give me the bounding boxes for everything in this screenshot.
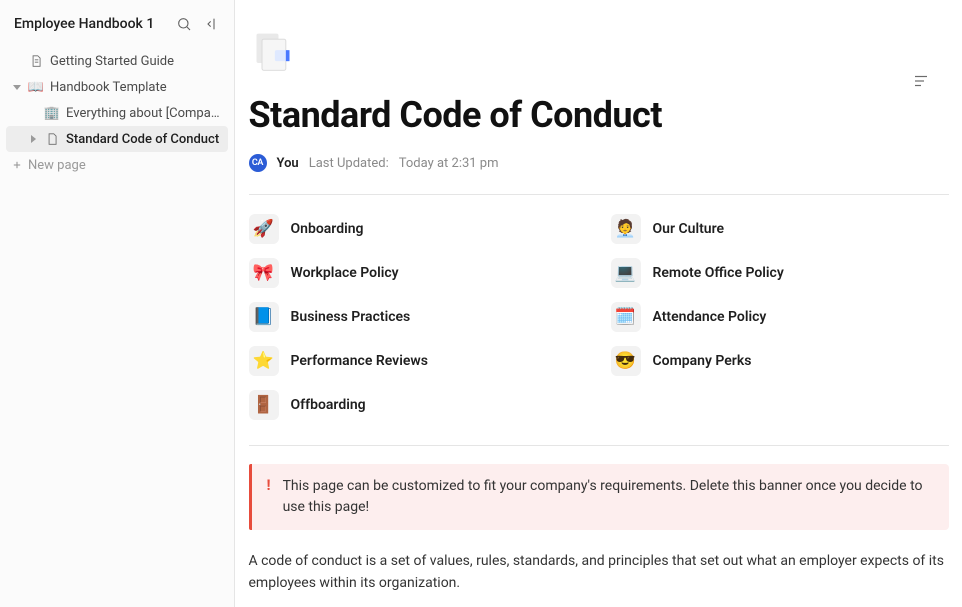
card-label: Offboarding xyxy=(291,397,366,413)
office-icon: 🏢 xyxy=(44,105,60,121)
card-offboarding[interactable]: 🚪 Offboarding xyxy=(249,389,587,421)
chevron-right-icon[interactable] xyxy=(28,134,38,144)
callout-banner[interactable]: ! This page can be customized to fit you… xyxy=(249,464,949,530)
doc-icon xyxy=(28,53,44,69)
laptop-icon: 💻 xyxy=(611,258,641,288)
card-label: Performance Reviews xyxy=(291,353,428,369)
sunglasses-icon: 😎 xyxy=(611,346,641,376)
card-label: Remote Office Policy xyxy=(653,265,784,281)
card-workplace-policy[interactable]: 🎀 Workplace Policy xyxy=(249,257,587,289)
page-title: Standard Code of Conduct xyxy=(249,94,949,136)
sidebar-header: Employee Handbook 1 xyxy=(0,8,234,42)
person-icon: 🧑‍💼 xyxy=(611,214,641,244)
door-icon: 🚪 xyxy=(249,390,279,420)
card-label: Attendance Policy xyxy=(653,309,767,325)
card-company-perks[interactable]: 😎 Company Perks xyxy=(611,345,949,377)
sidebar-item-everything-about-company[interactable]: 🏢 Everything about [Company] xyxy=(6,100,228,126)
calendar-icon: 🗓️ xyxy=(611,302,641,332)
card-label: Business Practices xyxy=(291,309,411,325)
sidebar-nav: Getting Started Guide 📖 Handbook Templat… xyxy=(0,42,234,184)
card-label: Company Perks xyxy=(653,353,752,369)
sidebar-item-label: Standard Code of Conduct xyxy=(66,132,219,147)
sidebar: Employee Handbook 1 Getting Started Guid… xyxy=(0,0,235,607)
exclaim-icon: ! xyxy=(261,476,271,518)
page-icon[interactable] xyxy=(249,28,297,76)
callout-text: This page can be customized to fit your … xyxy=(283,476,933,518)
sidebar-item-label: Handbook Template xyxy=(50,80,167,95)
book-icon: 📘 xyxy=(249,302,279,332)
card-remote-office-policy[interactable]: 💻 Remote Office Policy xyxy=(611,257,949,289)
card-label: Our Culture xyxy=(653,221,725,237)
avatar: CA xyxy=(249,154,267,172)
bow-icon: 🎀 xyxy=(249,258,279,288)
sidebar-item-label: Getting Started Guide xyxy=(50,54,174,69)
collapse-sidebar-icon[interactable] xyxy=(204,16,220,32)
sidebar-new-page[interactable]: New page xyxy=(6,152,228,178)
card-performance-reviews[interactable]: ⭐ Performance Reviews xyxy=(249,345,587,377)
card-label: Onboarding xyxy=(291,221,364,237)
sidebar-item-label: New page xyxy=(28,158,86,173)
updated-value: Today at 2:31 pm xyxy=(399,156,499,171)
sidebar-header-actions xyxy=(176,16,220,32)
nav-cards: 🚀 Onboarding 🧑‍💼 Our Culture 🎀 Workplace… xyxy=(249,213,949,421)
divider xyxy=(249,194,949,195)
author-name: You xyxy=(277,156,299,171)
rocket-icon: 🚀 xyxy=(249,214,279,244)
byline: CA You Last Updated: Today at 2:31 pm xyxy=(249,154,949,172)
card-onboarding[interactable]: 🚀 Onboarding xyxy=(249,213,587,245)
workspace-title: Employee Handbook 1 xyxy=(14,16,154,32)
book-icon: 📖 xyxy=(28,79,44,95)
doc-icon xyxy=(44,131,60,147)
sidebar-item-code-of-conduct[interactable]: Standard Code of Conduct xyxy=(6,126,228,152)
search-icon[interactable] xyxy=(176,16,192,32)
updated-label: Last Updated: xyxy=(309,156,389,171)
card-attendance-policy[interactable]: 🗓️ Attendance Policy xyxy=(611,301,949,333)
card-business-practices[interactable]: 📘 Business Practices xyxy=(249,301,587,333)
card-our-culture[interactable]: 🧑‍💼 Our Culture xyxy=(611,213,949,245)
intro-paragraph: A code of conduct is a set of values, ru… xyxy=(249,550,949,595)
plus-icon xyxy=(12,160,22,170)
card-label: Workplace Policy xyxy=(291,265,399,281)
sidebar-item-getting-started[interactable]: Getting Started Guide xyxy=(6,48,228,74)
toc-toggle-icon[interactable] xyxy=(912,72,930,94)
divider xyxy=(249,445,949,446)
sidebar-item-label: Everything about [Company] xyxy=(66,106,222,121)
main-content: Standard Code of Conduct CA You Last Upd… xyxy=(235,0,962,607)
star-icon: ⭐ xyxy=(249,346,279,376)
chevron-down-icon[interactable] xyxy=(12,82,22,92)
sidebar-item-handbook-template[interactable]: 📖 Handbook Template xyxy=(6,74,228,100)
